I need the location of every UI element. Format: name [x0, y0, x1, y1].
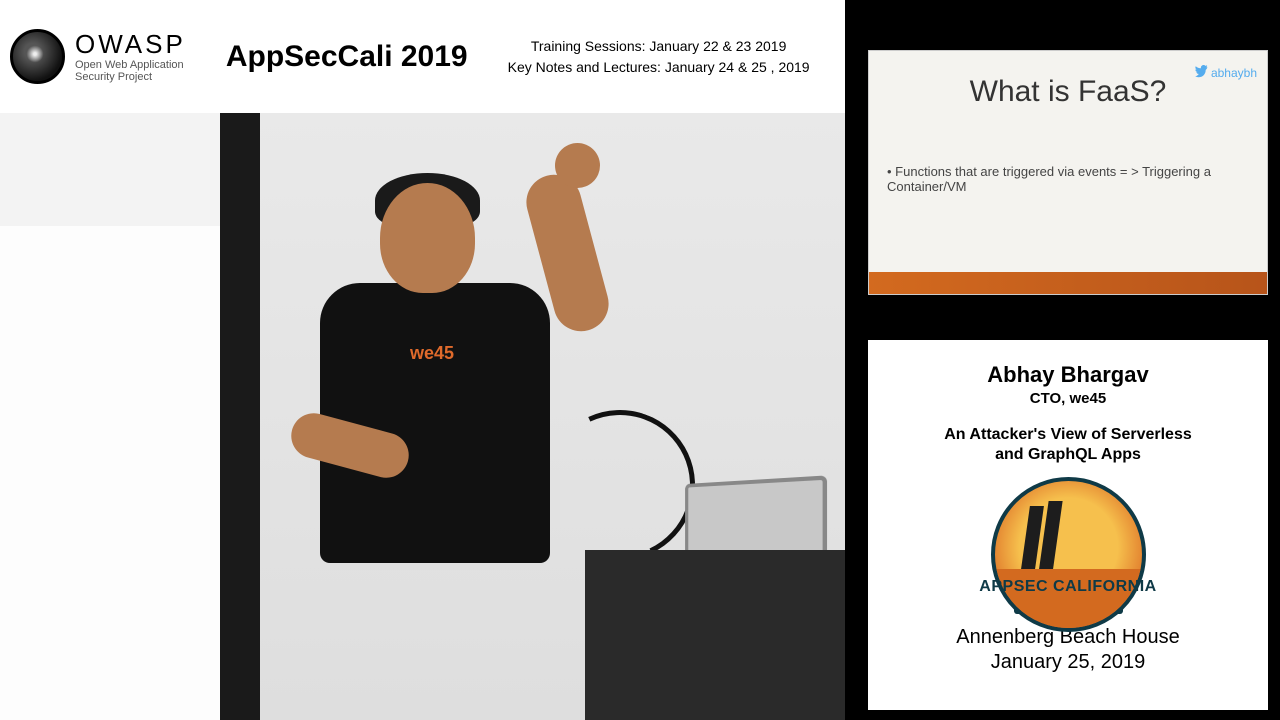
event-date: January 25, 2019	[893, 651, 1243, 674]
speaker-scene: we45	[220, 113, 845, 720]
slide-inset: abhaybh What is FaaS? • Functions that a…	[868, 50, 1268, 295]
talk-title-line2: and GraphQL Apps	[995, 446, 1141, 463]
talk-title: An Attacker's View of Serverless and Gra…	[893, 425, 1243, 465]
slide-bullet-1: • Functions that are triggered via event…	[887, 164, 1249, 194]
training-dates: Training Sessions: January 22 & 23 2019	[508, 36, 810, 57]
shirt-logo: we45	[410, 343, 454, 364]
keynote-dates: Key Notes and Lectures: January 24 & 25 …	[508, 57, 810, 78]
slide-title: What is FaaS?	[887, 75, 1249, 109]
backdrop-panel	[220, 113, 260, 720]
conference-name: APPSEC CALIFORNIA	[978, 578, 1158, 596]
head	[380, 183, 475, 293]
speaker-name: Abhay Bhargav	[893, 362, 1243, 388]
twitter-text: abhaybh	[1211, 66, 1257, 80]
conference-badge-icon	[991, 477, 1146, 632]
org-name: OWASP	[75, 30, 186, 59]
twitter-icon	[1194, 65, 1208, 79]
speaker-info-panel: Abhay Bhargav CTO, we45 An Attacker's Vi…	[868, 340, 1268, 710]
podium	[585, 550, 845, 720]
video-left-margin	[0, 226, 220, 720]
slide-footer-bar	[869, 272, 1267, 294]
speaker-figure: we45	[280, 173, 600, 693]
event-title: AppSecCali 2019	[226, 40, 468, 74]
header-banner: OWASP Open Web Application Security Proj…	[0, 0, 845, 113]
main-video-feed: we45	[0, 113, 845, 720]
org-tagline-2: Security Project	[75, 71, 186, 83]
slide-twitter-handle: abhaybh	[1194, 65, 1257, 80]
speaker-role: CTO, we45	[893, 390, 1243, 407]
conference-logo: APPSEC CALIFORNIA • OWASP·2019 •	[978, 477, 1158, 614]
event-dates: Training Sessions: January 22 & 23 2019 …	[508, 36, 810, 78]
owasp-logo-icon	[10, 29, 65, 84]
raised-fist	[555, 143, 600, 188]
owasp-text: OWASP Open Web Application Security Proj…	[75, 30, 186, 83]
org-tagline-1: Open Web Application	[75, 59, 186, 71]
talk-title-line1: An Attacker's View of Serverless	[944, 426, 1191, 443]
